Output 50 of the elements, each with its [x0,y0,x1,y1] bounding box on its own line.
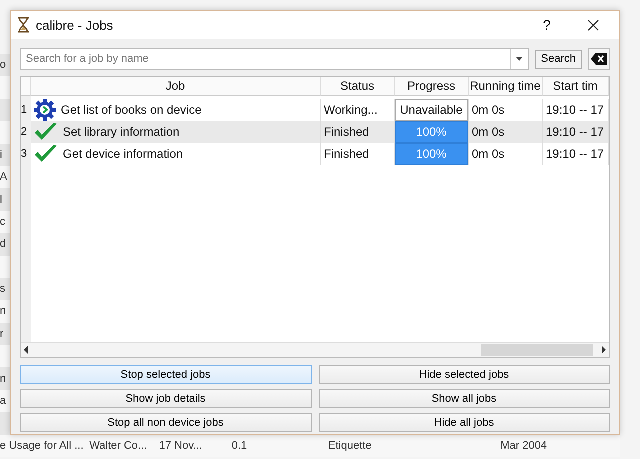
library-cell: c [0,216,6,228]
action-button[interactable]: Hide selected jobs [318,365,610,384]
library-cell-text: 17 Nov... [159,440,204,452]
horizontal-scrollbar[interactable] [21,342,609,357]
library-cell-text: Mar 2004 [500,440,548,452]
column-header[interactable]: Running time [469,77,543,96]
library-cell: a [0,395,6,408]
library-cell: d [0,238,6,250]
library-cell: s [0,283,6,296]
action-button[interactable]: Show all jobs [318,389,610,408]
search-button[interactable]: Search [535,50,582,68]
action-button[interactable]: Stop all non device jobs [20,413,312,432]
clear-button[interactable] [588,48,610,70]
window-title: calibre - Jobs [36,18,114,32]
hourglass-icon [17,17,30,33]
action-button[interactable]: Hide all jobs [318,413,610,432]
library-cell-text: e Usage for All ... [0,440,85,452]
column-header[interactable]: Job [31,77,321,96]
library-cell: i [0,148,2,161]
close-icon [588,20,598,30]
library-cell: n [0,372,6,385]
help-button[interactable]: ? [527,11,567,39]
running-time-cell: 0m 0s [469,143,543,165]
library-cell-text: Etiquette [328,440,373,452]
status-cell: Working... [321,99,395,121]
library-cell: l [0,194,2,206]
library-cell: r [0,328,4,340]
action-button[interactable]: Show job details [20,389,312,408]
library-cell-text: Walter Co... [90,440,148,452]
progress-status-label: Unavailable [395,99,468,121]
library-cell-text: 0.1 [232,440,248,452]
job-name[interactable]: Get device information [63,147,184,161]
status-cell: Finished [321,121,395,143]
action-button[interactable]: Stop selected jobs [20,365,312,384]
progress-bar: 100% [395,121,468,143]
job-name[interactable]: Get list of books on device [61,103,202,117]
column-header[interactable]: Status [321,77,395,96]
library-cell: o [0,59,6,72]
clear-icon [591,53,607,65]
progress-bar: 100% [395,143,468,165]
caret-icon [516,57,524,61]
library-cell: n [0,305,6,318]
library-cell: A [0,171,8,184]
running-time-cell: 0m 0s [469,121,543,143]
right-arrow-icon[interactable] [599,346,609,354]
start-time-cell: 19:10 -- 17 [543,121,609,143]
running-time-cell: 0m 0s [469,99,543,121]
column-header[interactable]: Start tim [543,77,609,96]
scrollbar-thumb[interactable] [481,344,593,356]
column-header[interactable]: Progress [395,77,469,96]
